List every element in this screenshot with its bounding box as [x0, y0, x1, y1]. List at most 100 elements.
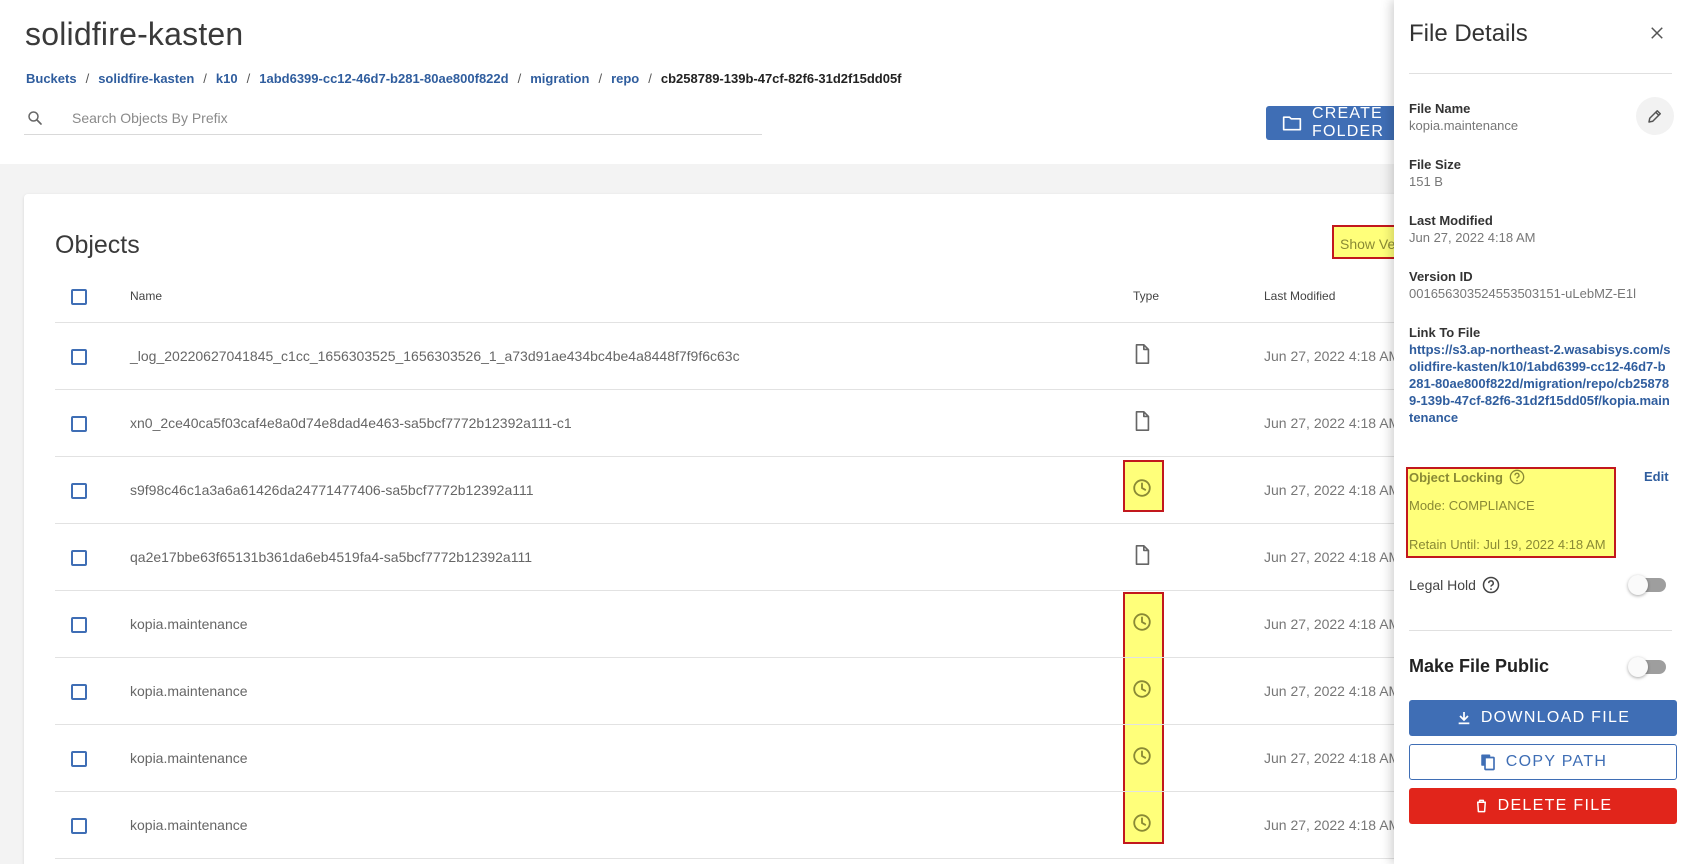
object-last-modified: Jun 27, 2022 4:18 AM: [1264, 750, 1401, 766]
pencil-icon: [1648, 110, 1661, 123]
download-file-button[interactable]: DOWNLOAD FILE: [1409, 700, 1677, 736]
show-versions-toggle[interactable]: Show Versions: [1332, 225, 1402, 259]
row-checkbox[interactable]: [71, 617, 87, 633]
breadcrumb-separator: /: [598, 71, 603, 86]
last-modified-value: Jun 27, 2022 4:18 AM: [1409, 230, 1536, 245]
object-name[interactable]: qa2e17bbe63f65131b361da6eb4519fa4-sa5bcf…: [130, 549, 532, 565]
legal-hold-label: Legal Hold: [1409, 576, 1500, 594]
search-icon: [28, 111, 42, 125]
file-name-value: kopia.maintenance: [1409, 118, 1519, 133]
object-name[interactable]: kopia.maintenance: [130, 817, 248, 833]
table-row[interactable]: _log_20220627041845_c1cc_1656303525_1656…: [55, 323, 1400, 390]
download-icon: [1458, 712, 1470, 725]
breadcrumb-item-migration[interactable]: migration: [530, 71, 589, 86]
breadcrumb-item-repo[interactable]: repo: [611, 71, 639, 86]
row-checkbox[interactable]: [71, 684, 87, 700]
search-input[interactable]: [72, 107, 752, 129]
object-locking-label: Object Locking: [1409, 469, 1525, 485]
close-icon[interactable]: [1648, 24, 1666, 42]
table-header: Name Type Last Modified: [55, 263, 1395, 323]
object-name[interactable]: kopia.maintenance: [130, 750, 248, 766]
file-icon: [1131, 544, 1153, 566]
breadcrumb-separator: /: [203, 71, 207, 86]
lock-retain-until: Retain Until: Jul 19, 2022 4:18 AM: [1409, 537, 1606, 552]
object-name[interactable]: xn0_2ce40ca5f03caf4e8a0d74e8dad4e463-sa5…: [130, 415, 572, 431]
file-name-label: File Name: [1409, 101, 1471, 116]
version-id-label: Version ID: [1409, 269, 1473, 284]
legal-hold-toggle[interactable]: [1628, 575, 1666, 595]
link-to-file-label: Link To File: [1409, 325, 1481, 340]
object-name[interactable]: s9f98c46c1a3a6a61426da24771477406-sa5bcf…: [130, 482, 534, 498]
toggle-knob: [1628, 657, 1648, 677]
row-checkbox[interactable]: [71, 416, 87, 432]
drawer-title: File Details: [1409, 20, 1528, 47]
legal-hold-text: Legal Hold: [1409, 577, 1476, 593]
clock-icon: [1131, 477, 1153, 499]
object-name[interactable]: _log_20220627041845_c1cc_1656303525_1656…: [130, 348, 740, 364]
row-checkbox[interactable]: [71, 818, 87, 834]
breadcrumb-separator: /: [517, 71, 522, 86]
table-row[interactable]: kopia.maintenance Jun 27, 2022 4:18 AM: [55, 725, 1400, 792]
file-icon: [1131, 343, 1153, 365]
clock-icon: [1131, 678, 1153, 700]
breadcrumb-separator: /: [648, 71, 652, 86]
breadcrumb-item-buckets[interactable]: Buckets: [26, 71, 77, 86]
column-header-name[interactable]: Name: [130, 289, 162, 303]
search-bar: [24, 103, 762, 135]
copy-path-button[interactable]: COPY PATH: [1409, 744, 1677, 780]
version-id-value: 001656303524553503151-uLebMZ-E1l: [1409, 286, 1636, 301]
help-icon[interactable]: [1509, 469, 1525, 485]
folder-icon: [1282, 116, 1302, 131]
breadcrumb: Buckets / solidfire-kasten / k10 / 1abd6…: [26, 71, 902, 86]
object-locking-text: Object Locking: [1409, 469, 1503, 485]
file-size-value: 151 B: [1409, 174, 1443, 189]
edit-file-name-button[interactable]: [1636, 97, 1674, 135]
last-modified-label: Last Modified: [1409, 213, 1493, 228]
breadcrumb-separator: /: [85, 71, 90, 86]
row-checkbox[interactable]: [71, 483, 87, 499]
download-file-label: DOWNLOAD FILE: [1480, 709, 1631, 726]
make-file-public-label: Make File Public: [1409, 656, 1550, 676]
object-name[interactable]: kopia.maintenance: [130, 683, 248, 699]
object-locking-edit-link[interactable]: Edit: [1644, 469, 1669, 484]
object-last-modified: Jun 27, 2022 4:18 AM: [1264, 482, 1401, 498]
objects-title: Objects: [55, 231, 140, 259]
table-row[interactable]: kopia.maintenance Jun 27, 2022 4:18 AM: [55, 792, 1400, 859]
breadcrumb-current: cb258789-139b-47cf-82f6-31d2f15dd05f: [660, 71, 902, 86]
table-row[interactable]: s9f98c46c1a3a6a61426da24771477406-sa5bcf…: [55, 457, 1400, 524]
divider: [1409, 630, 1672, 631]
row-checkbox[interactable]: [71, 550, 87, 566]
delete-file-label: DELETE FILE: [1497, 797, 1613, 814]
object-last-modified: Jun 27, 2022 4:18 AM: [1264, 817, 1401, 833]
page-title: solidfire-kasten: [25, 16, 244, 52]
copy-path-label: COPY PATH: [1505, 753, 1608, 770]
breadcrumb-separator: /: [246, 71, 251, 86]
delete-file-button[interactable]: DELETE FILE: [1409, 788, 1677, 824]
breadcrumb-item-bucket[interactable]: solidfire-kasten: [98, 71, 194, 86]
object-last-modified: Jun 27, 2022 4:18 AM: [1264, 348, 1401, 364]
clock-icon: [1131, 611, 1153, 633]
object-last-modified: Jun 27, 2022 4:18 AM: [1264, 549, 1401, 565]
object-name[interactable]: kopia.maintenance: [130, 616, 248, 632]
select-all-checkbox[interactable]: [71, 289, 87, 305]
row-checkbox[interactable]: [71, 751, 87, 767]
file-icon: [1131, 410, 1153, 432]
table-row[interactable]: xn0_2ce40ca5f03caf4e8a0d74e8dad4e463-sa5…: [55, 390, 1400, 457]
breadcrumb-item-k10[interactable]: k10: [216, 71, 238, 86]
object-last-modified: Jun 27, 2022 4:18 AM: [1264, 616, 1401, 632]
make-public-toggle[interactable]: [1628, 657, 1666, 677]
column-header-last-modified[interactable]: Last Modified: [1264, 289, 1335, 303]
breadcrumb-item-uuid-folder[interactable]: 1abd6399-cc12-46d7-b281-80ae800f822d: [259, 71, 508, 86]
toggle-knob: [1628, 575, 1648, 595]
table-row[interactable]: kopia.maintenance Jun 27, 2022 4:18 AM: [55, 658, 1400, 725]
file-details-drawer: File Details File Name kopia.maintenance…: [1394, 0, 1687, 864]
table-row[interactable]: kopia.maintenance Jun 27, 2022 4:18 AM: [55, 591, 1400, 658]
row-checkbox[interactable]: [71, 349, 87, 365]
link-to-file[interactable]: https://s3.ap-northeast-2.wasabisys.com/…: [1409, 341, 1671, 426]
table-row[interactable]: qa2e17bbe63f65131b361da6eb4519fa4-sa5bcf…: [55, 524, 1400, 591]
column-header-type[interactable]: Type: [1133, 289, 1159, 303]
help-icon[interactable]: [1482, 576, 1500, 594]
divider: [1409, 73, 1672, 74]
clock-icon: [1131, 745, 1153, 767]
trash-icon: [1476, 799, 1486, 813]
